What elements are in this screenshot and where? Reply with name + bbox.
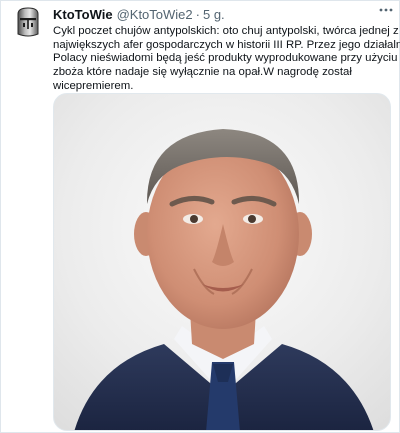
tweet-text: Cykl poczet chujów antypolskich: oto chu… <box>53 25 400 94</box>
more-options-icon <box>379 8 393 12</box>
tweet-time[interactable]: 5 g. <box>203 7 225 22</box>
portrait-image <box>74 129 374 430</box>
tweet-text-line: Cykl poczet chujów antypolskich: oto chu… <box>53 25 399 37</box>
tweet-text-line: największych afer gospodarczych w histor… <box>53 38 400 51</box>
author-name[interactable]: KtoToWie <box>53 7 113 22</box>
tweet[interactable]: KtoToWie @KtoToWie2 · 5 g. Cykl poczet c… <box>0 0 400 433</box>
tweet-text-line: zboża które nadaje się wyłącznie na opał… <box>53 66 352 79</box>
tweet-photo[interactable] <box>53 93 391 431</box>
avatar[interactable] <box>11 5 45 39</box>
more-options-button[interactable] <box>377 1 395 19</box>
separator-dot: · <box>195 6 200 22</box>
author-handle[interactable]: @KtoToWie2 <box>117 7 193 22</box>
tweet-text-line: wicepremierem. <box>53 79 134 92</box>
tweet-header: KtoToWie @KtoToWie2 · 5 g. <box>53 5 389 23</box>
tweet-text-line: Polacy nieświadomi będą jeść produkty wy… <box>53 52 398 65</box>
knight-helmet-icon <box>17 7 39 37</box>
